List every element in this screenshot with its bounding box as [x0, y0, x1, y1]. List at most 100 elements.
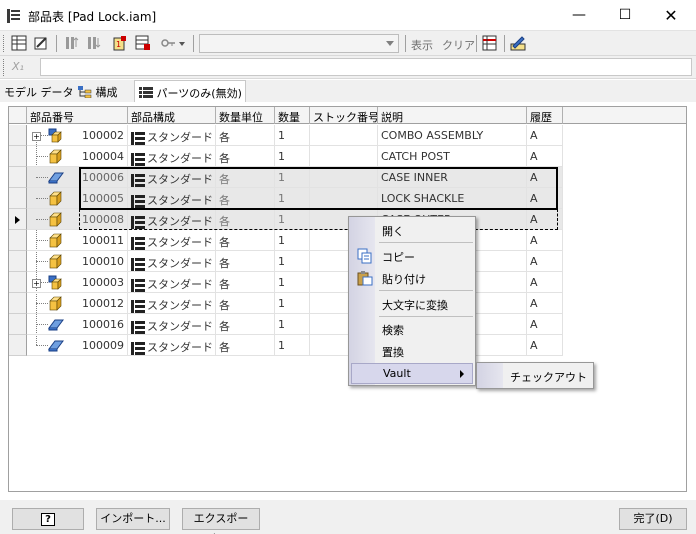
unit-cell[interactable]: 各 [216, 314, 275, 335]
part-number-cell[interactable]: 100016 [79, 314, 128, 335]
unit-cell[interactable]: 各 [216, 209, 275, 230]
revision-cell[interactable]: A [527, 272, 563, 293]
description-cell[interactable]: LOCK SHACKLE [378, 188, 527, 209]
minimize-button[interactable]: — [556, 0, 602, 31]
table-row[interactable]: 100006 スタンダード各 1 CASE INNER A [9, 167, 686, 188]
part-number-cell[interactable]: 100012 [79, 293, 128, 314]
view-filter-button[interactable]: 表示 [411, 37, 433, 53]
part-number-cell[interactable]: 100009 [79, 335, 128, 356]
revision-cell[interactable]: A [527, 293, 563, 314]
row-selector[interactable] [9, 335, 27, 356]
bom-structure-cell[interactable]: スタンダード [128, 314, 216, 335]
row-selector[interactable] [9, 230, 27, 251]
bom-view-button[interactable] [9, 34, 29, 53]
row-header-corner[interactable] [9, 107, 27, 124]
part-number-cell[interactable]: 100011 [79, 230, 128, 251]
stock-number-cell[interactable] [310, 188, 378, 209]
expand-icon[interactable]: + [32, 279, 41, 288]
close-button[interactable]: ✕ [648, 0, 694, 31]
qty-cell[interactable]: 1 [275, 125, 310, 146]
unit-cell[interactable]: 各 [216, 146, 275, 167]
row-selector[interactable] [9, 167, 27, 188]
tab-parts-only[interactable]: パーツのみ(無効) [134, 80, 246, 102]
revision-cell[interactable]: A [527, 188, 563, 209]
qty-cell[interactable]: 1 [275, 272, 310, 293]
revision-cell[interactable]: A [527, 209, 563, 230]
qty-cell[interactable]: 1 [275, 230, 310, 251]
tree-cell[interactable] [27, 167, 79, 188]
bom-structure-cell[interactable]: スタンダード [128, 125, 216, 146]
revision-cell[interactable]: A [527, 335, 563, 356]
export-button[interactable]: エクスポート... [182, 508, 260, 534]
menu-item-open[interactable]: 開く [351, 219, 473, 240]
revision-cell[interactable]: A [527, 146, 563, 167]
unit-cell[interactable]: 各 [216, 335, 275, 356]
qty-cell[interactable]: 1 [275, 335, 310, 356]
column-header-stock-number[interactable]: ストック番号 [310, 107, 378, 124]
tree-cell[interactable] [27, 293, 79, 314]
fx-icon[interactable]: X₁ [12, 60, 24, 73]
tree-cell[interactable] [27, 230, 79, 251]
bom-structure-cell[interactable]: スタンダード [128, 146, 216, 167]
tree-cell[interactable] [27, 188, 79, 209]
clear-filter-button[interactable]: クリア [442, 37, 475, 53]
bom-structure-cell[interactable]: スタンダード [128, 167, 216, 188]
sort-ascending-button[interactable] [62, 34, 82, 53]
settings-button[interactable] [508, 34, 528, 53]
unit-cell[interactable]: 各 [216, 188, 275, 209]
row-selector[interactable] [9, 146, 27, 167]
stock-number-cell[interactable] [310, 167, 378, 188]
toolbar-grip[interactable] [3, 35, 6, 52]
bom-structure-cell[interactable]: スタンダード [128, 272, 216, 293]
bom-structure-cell[interactable]: スタンダード [128, 251, 216, 272]
qty-cell[interactable]: 1 [275, 167, 310, 188]
table-row[interactable]: 100004 スタンダード各 1 CATCH POST A [9, 146, 686, 167]
description-cell[interactable]: CATCH POST [378, 146, 527, 167]
menu-item-vault[interactable]: Vault [351, 363, 473, 384]
description-cell[interactable]: CASE INNER [378, 167, 527, 188]
table-row[interactable]: +100002 スタンダード各 1 COMBO ASSEMBLY A [9, 125, 686, 146]
tab-structured[interactable]: 構成 [78, 80, 132, 102]
unit-cell[interactable]: 各 [216, 230, 275, 251]
part-number-cell[interactable]: 100006 [79, 167, 128, 188]
qty-cell[interactable]: 1 [275, 188, 310, 209]
tree-cell[interactable]: + [27, 272, 79, 293]
tree-cell[interactable]: + [27, 125, 79, 146]
tree-cell[interactable] [27, 251, 79, 272]
part-number-cell[interactable]: 100003 [79, 272, 128, 293]
revision-cell[interactable]: A [527, 314, 563, 335]
formula-input[interactable] [40, 58, 692, 76]
revision-cell[interactable]: A [527, 230, 563, 251]
bom-structure-cell[interactable]: スタンダード [128, 335, 216, 356]
part-number-cell[interactable]: 100008 [79, 209, 128, 230]
menu-item-check-out[interactable]: チェックアウト [479, 365, 591, 386]
export-table-button[interactable] [480, 34, 500, 53]
tree-cell[interactable] [27, 209, 79, 230]
expand-icon[interactable]: + [32, 132, 41, 141]
row-selector[interactable] [9, 272, 27, 293]
row-selector[interactable] [9, 314, 27, 335]
bom-structure-cell[interactable]: スタンダード [128, 293, 216, 314]
revision-cell[interactable]: A [527, 167, 563, 188]
column-header-revision[interactable]: 履歴 [527, 107, 563, 124]
table-row[interactable]: 100005 スタンダード各 1 LOCK SHACKLE A [9, 188, 686, 209]
qty-cell[interactable]: 1 [275, 251, 310, 272]
row-selector[interactable] [9, 209, 27, 230]
part-number-cell[interactable]: 100010 [79, 251, 128, 272]
help-button[interactable]: ? [12, 508, 84, 530]
tree-cell[interactable] [27, 314, 79, 335]
unit-cell[interactable]: 各 [216, 125, 275, 146]
column-header-description[interactable]: 説明 [378, 107, 527, 124]
bom-structure-cell[interactable]: スタンダード [128, 209, 216, 230]
menu-item-find[interactable]: 検索 [351, 318, 473, 339]
maximize-button[interactable]: ☐ [602, 0, 648, 31]
key-dropdown-button[interactable] [158, 34, 188, 53]
tree-cell[interactable] [27, 335, 79, 356]
qty-cell[interactable]: 1 [275, 146, 310, 167]
unit-cell[interactable]: 各 [216, 272, 275, 293]
stock-number-cell[interactable] [310, 125, 378, 146]
column-header-bom-structure[interactable]: 部品構成 [128, 107, 216, 124]
filter-combo[interactable] [199, 34, 399, 53]
unit-cell[interactable]: 各 [216, 293, 275, 314]
column-header-part-number[interactable]: 部品番号 [27, 107, 128, 124]
